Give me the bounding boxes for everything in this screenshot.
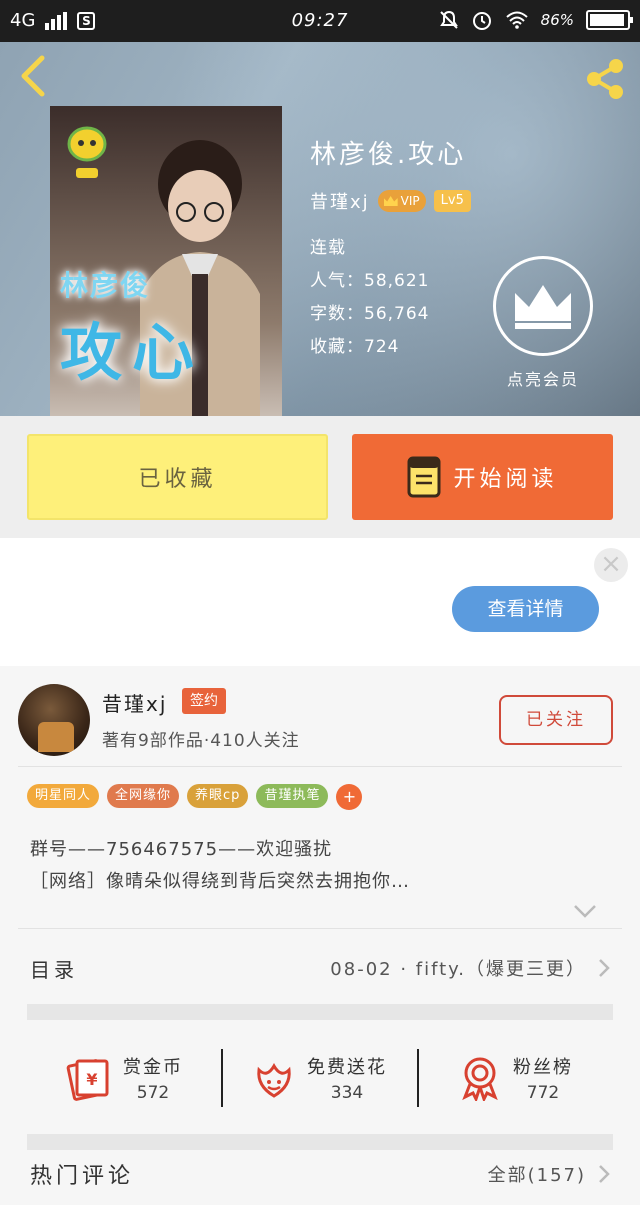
tag-list: 明星同人 全网缘你 养眼cp 昔瑾执笔 + [27, 784, 363, 810]
tag[interactable]: 明星同人 [27, 784, 100, 808]
cover-title-small: 林彦俊 [60, 269, 151, 302]
divider [18, 928, 622, 929]
wifi-icon [505, 11, 528, 29]
vip-membership-button[interactable] [493, 256, 593, 356]
red-envelope-icon: ¥ [66, 1059, 109, 1101]
avatar[interactable] [18, 684, 90, 756]
book-cover[interactable]: 林彦俊 攻心 [50, 106, 282, 416]
svg-text:¥: ¥ [86, 1070, 97, 1089]
cover-title-large: 攻心 [60, 316, 205, 389]
hot-comments-label: 热门评论 [30, 1164, 135, 1189]
all-comments-link[interactable]: 全部(157) [488, 1161, 586, 1187]
tag[interactable]: 昔瑾执笔 [256, 784, 329, 808]
ad-banner: × 查看详情 [0, 538, 640, 666]
section-separator [27, 1134, 613, 1150]
catalog-label: 目录 [30, 957, 78, 982]
crown-icon [383, 196, 398, 206]
free-flowers-button[interactable]: 免费送花 334 [223, 1022, 417, 1134]
vip-membership-label[interactable]: 点亮会员 [490, 366, 596, 390]
catalog-row[interactable]: 目录 08-02 · fifty.（爆更三更） [30, 950, 610, 986]
add-tag-button[interactable]: + [336, 784, 363, 810]
crown-icon [515, 285, 571, 329]
chevron-down-icon[interactable] [573, 904, 597, 918]
chevron-right-icon [599, 1165, 610, 1183]
signed-badge: 签约 [182, 688, 226, 714]
alarm-icon [472, 12, 491, 30]
collected-button[interactable]: 已收藏 [27, 434, 328, 520]
author-name[interactable]: 昔瑾xj [102, 688, 167, 717]
latest-chapter: 08-02 · fifty.（爆更三更） [330, 959, 586, 980]
start-reading-button[interactable]: 开始阅读 [352, 434, 613, 520]
intro-line: 群号——756467575——欢迎骚扰 [30, 839, 333, 860]
divider [18, 766, 622, 767]
hot-comments-row[interactable]: 热门评论 全部(157) [30, 1154, 610, 1194]
back-icon[interactable] [14, 54, 54, 98]
vip-badge: VIP [377, 190, 426, 212]
stat-value: 572 [136, 1083, 170, 1103]
intro-line: ［网络］像晴朵似得绕到背后突然去拥抱你… [30, 871, 410, 892]
follow-button[interactable]: 已关注 [499, 695, 613, 745]
fan-ranking-button[interactable]: 粉丝榜 772 [419, 1022, 613, 1134]
book-icon [407, 456, 441, 498]
action-bar: 已收藏 开始阅读 [0, 416, 640, 538]
stat-name: 粉丝榜 [513, 1057, 573, 1078]
book-popularity: 人气：58,621 [310, 271, 430, 291]
book-intro[interactable]: 群号——756467575——欢迎骚扰 ［网络］像晴朵似得绕到背后突然去拥抱你… [30, 834, 610, 898]
book-title: 林彦俊.攻心 [310, 140, 467, 170]
status-bar: 4G S 09:27 86% [0, 0, 640, 42]
chevron-right-icon [599, 959, 610, 977]
book-status: 连载 [310, 238, 346, 258]
stat-value: 334 [330, 1083, 364, 1103]
battery-icon [586, 10, 633, 30]
book-favorites: 收藏：724 [310, 337, 400, 357]
reward-coins-button[interactable]: ¥ 赏金币 572 [27, 1022, 221, 1134]
medal-icon [462, 1057, 498, 1101]
mute-icon [439, 10, 458, 29]
author-section: 昔瑾xj 签约 著有9部作品·410人关注 已关注 明星同人 全网缘你 养眼cp… [0, 666, 640, 1205]
app-logo-badge [67, 126, 107, 178]
book-word-count: 字数：56,764 [310, 304, 430, 324]
stats-bar: ¥ 赏金币 572 免费送花 334 粉丝榜 772 [27, 1022, 613, 1134]
share-icon[interactable] [582, 56, 628, 102]
book-header: 林彦俊 攻心 林彦俊.攻心 昔瑾xj VIP Lv5 连载 人气：58,621 … [0, 42, 640, 416]
stat-name: 免费送花 [307, 1057, 387, 1078]
flower-icon [257, 1063, 291, 1098]
level-badge: Lv5 [433, 190, 471, 212]
tag[interactable]: 养眼cp [187, 784, 249, 808]
battery-percent: 86% [540, 11, 574, 29]
section-separator [27, 1004, 613, 1020]
author-works-info: 著有9部作品·410人关注 [102, 731, 300, 751]
stat-name: 赏金币 [123, 1057, 183, 1078]
close-icon[interactable]: × [594, 548, 628, 582]
tag[interactable]: 全网缘你 [107, 784, 180, 808]
view-details-button[interactable]: 查看详情 [452, 586, 599, 632]
book-author[interactable]: 昔瑾xj [310, 188, 370, 214]
stat-value: 772 [526, 1083, 560, 1103]
start-reading-label: 开始阅读 [453, 467, 558, 492]
